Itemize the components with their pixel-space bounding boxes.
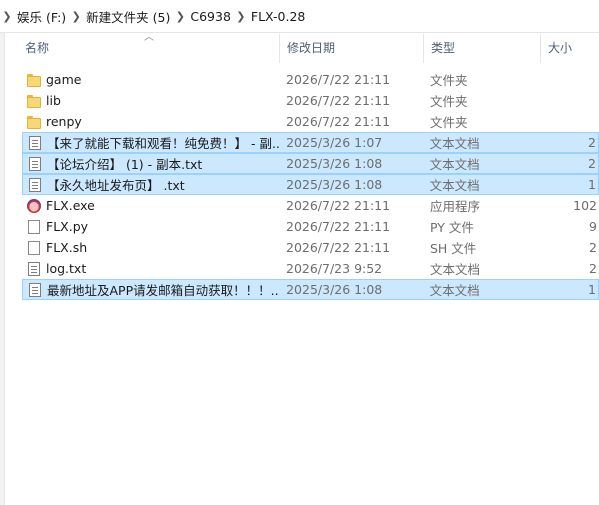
file-size: 1 (588, 177, 596, 192)
file-name: game (46, 72, 82, 87)
text-document-icon (27, 156, 43, 172)
sort-ascending-icon: ︿ (144, 34, 154, 43)
file-icon (26, 240, 42, 256)
file-size: 1 (588, 282, 596, 297)
file-name-cell: lib (22, 93, 280, 109)
file-size: 2 (589, 240, 597, 255)
file-date: 2026/7/22 21:11 (286, 93, 391, 108)
file-row[interactable]: 最新地址及APP请发邮箱自动获取！！！... 2025/3/26 1:08 文本文档… (22, 279, 599, 300)
file-date: 2026/7/23 9:52 (286, 261, 383, 276)
file-name: 【来了就能下载和观看！纯免费！】 - 副... (47, 136, 281, 151)
folder-icon (26, 93, 42, 109)
file-name: FLX.py (46, 219, 89, 234)
file-type: 应用程序 (430, 199, 481, 214)
file-row[interactable]: FLX.exe 2026/7/22 21:11 应用程序 102 (22, 195, 599, 216)
file-name: FLX.exe (46, 198, 95, 213)
file-size: 2 (589, 261, 597, 276)
file-name-cell: renpy (22, 114, 280, 130)
column-header-size[interactable]: 大小 (541, 34, 599, 63)
text-document-icon (26, 261, 42, 277)
file-date: 2025/3/26 1:07 (286, 135, 383, 150)
application-icon (26, 198, 42, 214)
file-size: 102 (573, 198, 597, 213)
breadcrumb-drive[interactable]: 娱乐 (F:) (14, 7, 69, 26)
file-row[interactable]: 【永久地址发布页】 .txt 2025/3/26 1:08 文本文档 1 (22, 174, 599, 195)
chevron-right-icon[interactable]: ❯ (173, 10, 187, 23)
file-row[interactable]: FLX.sh 2026/7/22 21:11 SH 文件 2 (22, 237, 599, 258)
file-row[interactable]: 【来了就能下载和观看！纯免费！】 - 副... 2025/3/26 1:07 文本文… (22, 132, 599, 153)
breadcrumb-folder[interactable]: 新建文件夹 (5) (83, 7, 173, 26)
file-type: 文本文档 (429, 283, 480, 298)
file-type: 文件夹 (430, 94, 468, 109)
breadcrumb-current[interactable]: FLX-0.28 (248, 9, 308, 24)
file-name-cell: FLX.sh (22, 240, 280, 256)
file-date: 2026/7/22 21:11 (286, 198, 391, 213)
text-document-icon (27, 282, 43, 298)
file-row[interactable]: renpy 2026/7/22 21:11 文件夹 (22, 111, 599, 132)
file-type: PY 文件 (430, 220, 474, 235)
file-type: 文本文档 (430, 262, 481, 277)
file-date: 2025/3/26 1:08 (286, 282, 383, 297)
file-name-cell: 最新地址及APP请发邮箱自动获取！！！... (23, 280, 280, 299)
chevron-right-icon[interactable]: ❯ (69, 10, 83, 23)
file-row[interactable]: lib 2026/7/22 21:11 文件夹 (22, 90, 599, 111)
file-size: 9 (589, 219, 597, 234)
file-type: 文本文档 (429, 178, 480, 193)
file-date: 2026/7/22 21:11 (286, 114, 391, 129)
breadcrumb-subfolder[interactable]: C6938 (187, 9, 234, 24)
text-document-icon (27, 135, 43, 151)
file-name: FLX.sh (46, 240, 88, 255)
text-document-icon (27, 177, 43, 193)
file-icon (26, 219, 42, 235)
chevron-right-icon[interactable]: ❯ (234, 10, 248, 23)
file-name-cell: FLX.exe (22, 198, 280, 214)
file-size: 2 (588, 156, 596, 171)
file-type: 文件夹 (430, 73, 468, 88)
file-name: lib (46, 93, 61, 108)
file-name-cell: 【来了就能下载和观看！纯免费！】 - 副... (23, 133, 280, 152)
file-name-cell: 【论坛介绍】 (1) - 副本.txt (23, 154, 280, 173)
file-row[interactable]: log.txt 2026/7/23 9:52 文本文档 2 (22, 258, 599, 279)
address-bar[interactable]: ❯ 娱乐 (F:) ❯ 新建文件夹 (5) ❯ C6938 ❯ FLX-0.28 (0, 0, 599, 33)
file-row[interactable]: FLX.py 2026/7/22 21:11 PY 文件 9 (22, 216, 599, 237)
file-date: 2026/7/22 21:11 (286, 219, 391, 234)
file-date: 2026/7/22 21:11 (286, 240, 391, 255)
file-name-cell: 【永久地址发布页】 .txt (23, 175, 280, 194)
file-date: 2025/3/26 1:08 (286, 177, 383, 192)
column-header-name[interactable]: ︿ 名称 (18, 34, 280, 63)
file-name: 最新地址及APP请发邮箱自动获取！！！... (47, 283, 281, 298)
folder-icon (26, 114, 42, 130)
file-name-cell: game (22, 72, 280, 88)
file-row[interactable]: game 2026/7/22 21:11 文件夹 (22, 69, 599, 90)
file-type: SH 文件 (430, 241, 477, 256)
chevron-right-icon[interactable]: ❯ (0, 10, 14, 23)
file-name: log.txt (46, 261, 87, 276)
file-list: game 2026/7/22 21:11 文件夹 lib 2026/7/22 21:11… (22, 69, 599, 300)
file-date: 2026/7/22 21:11 (286, 72, 391, 87)
file-size: 2 (588, 135, 596, 150)
file-date: 2025/3/26 1:08 (286, 156, 383, 171)
file-name-cell: log.txt (22, 261, 280, 277)
column-header-type[interactable]: 类型 (424, 34, 541, 63)
file-type: 文本文档 (429, 157, 480, 172)
file-name: 【永久地址发布页】 .txt (47, 178, 185, 193)
file-name-cell: FLX.py (22, 219, 280, 235)
file-type: 文本文档 (429, 136, 480, 151)
navigation-pane-edge (0, 33, 5, 505)
file-row[interactable]: 【论坛介绍】 (1) - 副本.txt 2025/3/26 1:08 文本文档 2 (22, 153, 599, 174)
column-header: ︿ 名称 修改日期 类型 大小 (18, 34, 599, 63)
folder-icon (26, 72, 42, 88)
file-type: 文件夹 (430, 115, 468, 130)
file-name: renpy (46, 114, 82, 129)
column-header-date[interactable]: 修改日期 (280, 34, 424, 63)
file-name: 【论坛介绍】 (1) - 副本.txt (47, 157, 203, 172)
